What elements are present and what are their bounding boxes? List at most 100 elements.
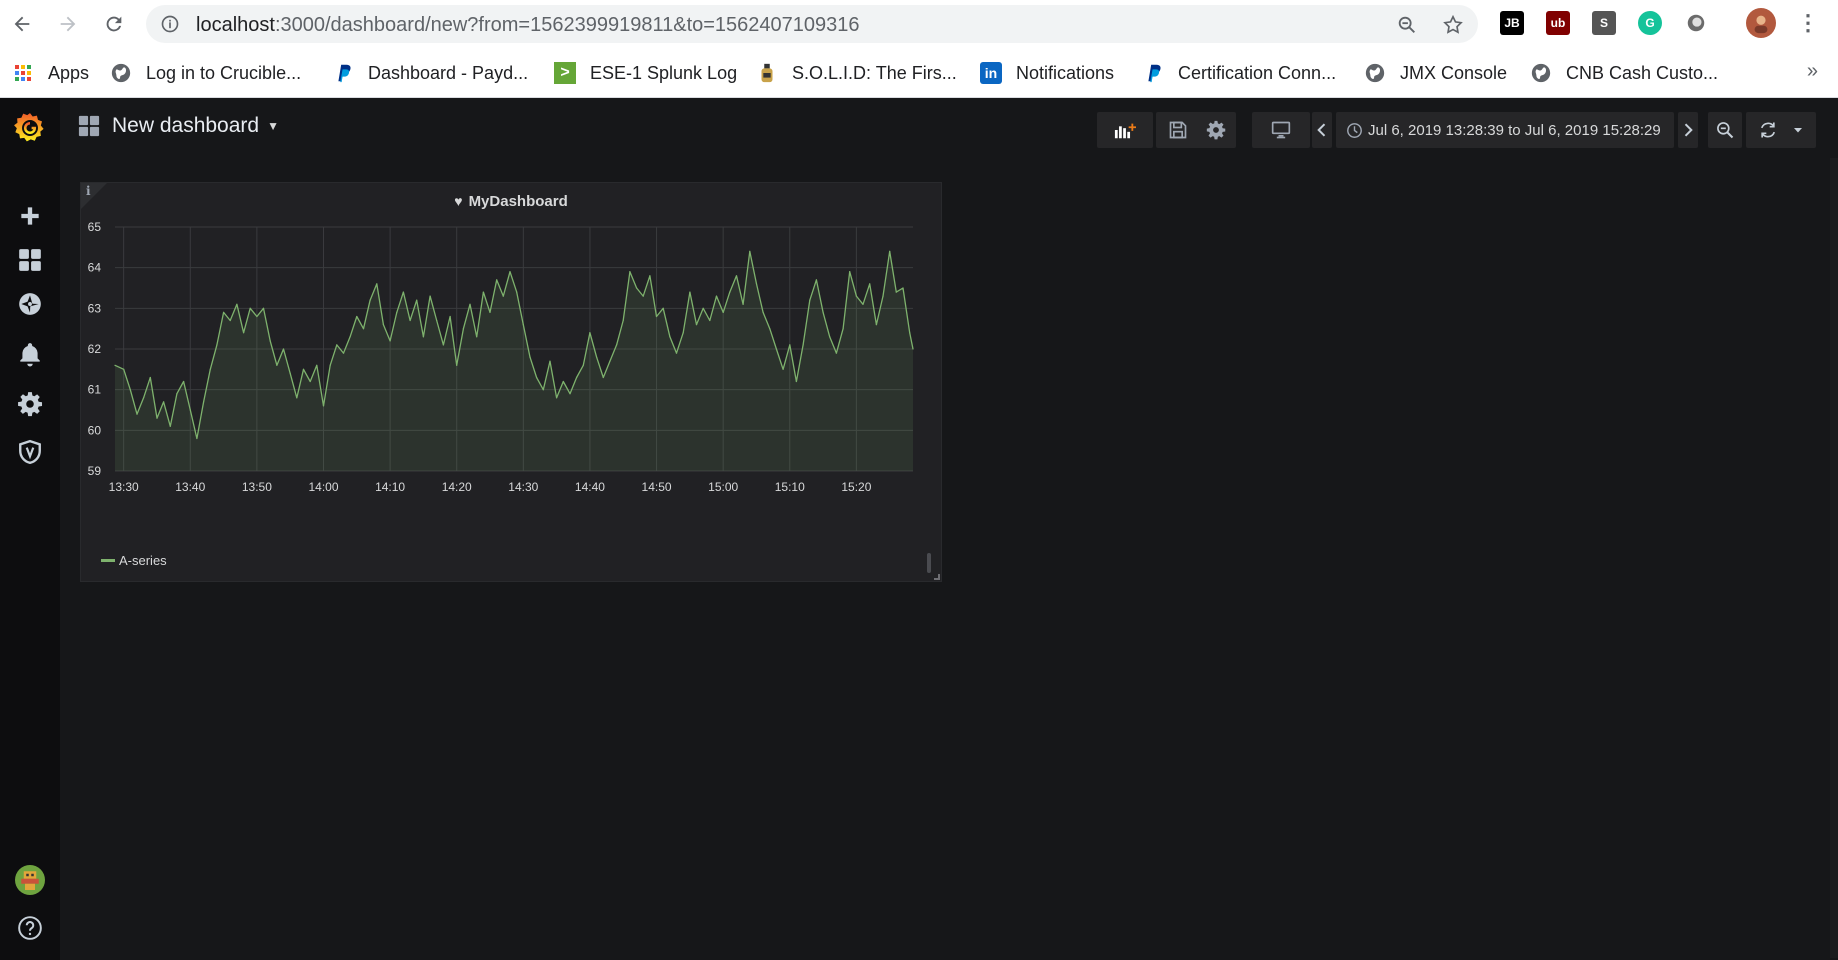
data-point	[576, 376, 578, 379]
data-point	[349, 336, 351, 338]
y-tick-label: 60	[88, 423, 102, 437]
data-point	[469, 303, 471, 305]
bookmarks-overflow-button[interactable]: »	[1807, 60, 1818, 83]
data-point	[189, 409, 191, 411]
bookmark-label: ESE-1 Splunk Log	[590, 62, 738, 83]
graph-chart[interactable]: 59 60 61 62 63 64 65 13:30 13:40 13:50 14:00 14:10 1…	[81, 183, 943, 583]
data-point	[616, 344, 618, 346]
bookmark-label: JMX Console	[1400, 62, 1508, 83]
jetbrains-icon[interactable]: JB	[1500, 11, 1524, 35]
dashboards-icon[interactable]	[0, 240, 60, 280]
bookmark-notifications[interactable]: in Notifications	[980, 60, 1114, 86]
user-avatar[interactable]	[0, 860, 60, 900]
data-point	[289, 372, 291, 374]
data-point	[556, 397, 558, 399]
bookmark-jmx-console[interactable]: JMX Console	[1364, 60, 1507, 86]
data-point	[689, 291, 691, 293]
data-point	[549, 360, 551, 362]
forward-icon[interactable]	[54, 10, 82, 38]
save-icon	[1169, 121, 1187, 139]
circle-extension-icon[interactable]	[1684, 11, 1708, 35]
s-extension-icon[interactable]: S	[1592, 11, 1616, 35]
bookmark-crucible[interactable]: Log in to Crucible...	[110, 60, 301, 86]
profile-avatar[interactable]	[1746, 8, 1776, 38]
time-range-picker[interactable]: Jul 6, 2019 13:28:39 to Jul 6, 2019 15:2…	[1336, 112, 1674, 148]
data-point	[496, 279, 498, 281]
data-point	[416, 299, 418, 301]
data-point	[209, 368, 211, 370]
bookmark-star-icon[interactable]	[1442, 14, 1464, 36]
explore-compass-icon[interactable]	[0, 284, 60, 324]
data-point	[902, 287, 904, 289]
data-point	[522, 324, 524, 326]
bookmark-label: Notifications	[1016, 62, 1115, 83]
zoom-icon[interactable]	[1396, 14, 1418, 36]
data-point	[163, 401, 165, 403]
bookmark-cnb-cash[interactable]: CNB Cash Custo...	[1530, 60, 1718, 86]
dashboard-settings-button[interactable]	[1196, 112, 1236, 148]
save-dashboard-button[interactable]	[1156, 112, 1200, 148]
x-tick-label: 15:00	[708, 480, 738, 494]
data-point	[835, 352, 838, 354]
zoom-out-button[interactable]	[1708, 112, 1742, 148]
linkedin-icon: in	[980, 62, 1002, 84]
y-tick-label: 61	[88, 383, 102, 397]
help-icon[interactable]	[0, 908, 60, 948]
create-plus-icon[interactable]	[0, 196, 60, 236]
site-info-icon[interactable]	[160, 14, 180, 34]
add-panel-button[interactable]	[1097, 112, 1153, 148]
data-point	[562, 380, 564, 383]
bookmark-apps[interactable]: Apps	[12, 60, 89, 86]
alerting-bell-icon[interactable]	[0, 334, 60, 374]
data-point	[889, 250, 891, 252]
bookmark-label: Apps	[48, 62, 90, 83]
data-point	[849, 271, 851, 273]
back-icon[interactable]	[8, 10, 36, 38]
data-point	[715, 295, 718, 297]
configuration-gear-icon[interactable]	[0, 384, 60, 424]
reload-icon[interactable]	[100, 10, 128, 38]
data-point	[422, 336, 424, 338]
data-point	[302, 368, 305, 370]
bookmark-splunk[interactable]: > ESE-1 Splunk Log	[554, 60, 737, 86]
settings-gear-icon	[1206, 120, 1226, 140]
data-point	[336, 344, 338, 346]
time-shift-back-button[interactable]	[1312, 112, 1332, 148]
x-tick-label: 13:50	[242, 480, 272, 494]
data-point	[869, 283, 871, 285]
data-point	[149, 376, 151, 379]
panel-resize-handle[interactable]	[934, 574, 940, 580]
grammarly-icon[interactable]: G	[1638, 11, 1662, 35]
globe-icon	[1530, 62, 1552, 84]
data-point	[169, 425, 171, 427]
data-point	[755, 283, 758, 285]
url-text[interactable]: localhost:3000/dashboard/new?from=156239…	[196, 14, 860, 37]
data-point	[822, 311, 824, 313]
bookmark-certification[interactable]: Certification Conn...	[1142, 60, 1336, 86]
data-point	[569, 393, 571, 395]
data-point	[829, 336, 831, 338]
bookmark-dashboard-payd[interactable]: Dashboard - Payd...	[332, 60, 528, 86]
data-point	[276, 364, 278, 366]
chrome-menu-icon[interactable]: ⋮	[1796, 10, 1820, 35]
data-point	[749, 250, 751, 252]
tv-mode-button[interactable]	[1252, 112, 1310, 148]
grafana-logo-icon[interactable]	[0, 106, 60, 150]
bookmark-solid[interactable]: S.O.L.I.D: The Firs...	[756, 60, 957, 86]
refresh-button[interactable]	[1746, 112, 1816, 148]
time-shift-forward-button[interactable]	[1678, 112, 1698, 148]
address-bar[interactable]: localhost:3000/dashboard/new?from=156239…	[146, 5, 1478, 43]
data-point	[123, 368, 125, 370]
data-point	[143, 397, 145, 399]
legend-swatch	[101, 559, 115, 562]
panel-scrollbar[interactable]	[927, 553, 931, 573]
data-point	[489, 311, 491, 313]
data-point	[622, 319, 624, 322]
data-point	[176, 393, 178, 395]
page-scrollbar[interactable]	[1830, 158, 1838, 958]
ublock-icon[interactable]: ub	[1546, 11, 1570, 35]
dashboard-title-button[interactable]: New dashboard ▼	[78, 114, 279, 138]
data-point	[842, 328, 844, 330]
server-admin-shield-icon[interactable]	[0, 432, 60, 472]
legend[interactable]: A-series	[101, 553, 167, 568]
